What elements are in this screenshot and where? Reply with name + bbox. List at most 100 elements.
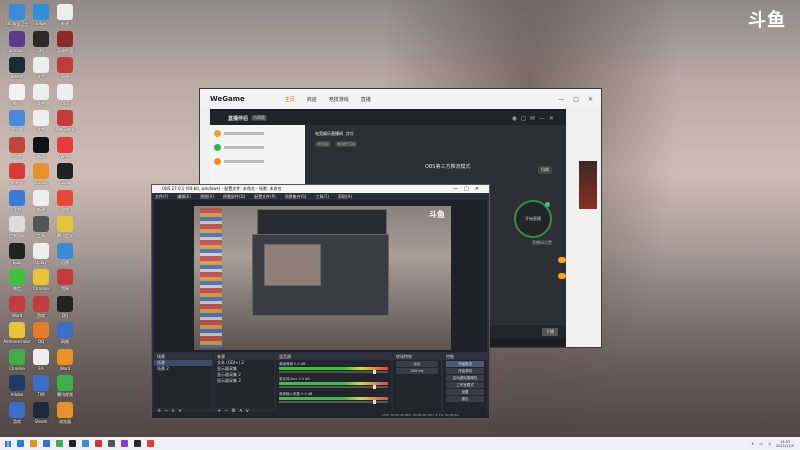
end-live-button[interactable]: 下播 xyxy=(542,328,558,336)
obs-docks: 场景 场景 场景 2 +−∧∨ 来源 文本 (GDI+) 2 显示器采集 显示器… xyxy=(154,353,487,415)
transition-type-select[interactable]: 淡出 xyxy=(396,361,438,367)
taskbar-app-icon[interactable] xyxy=(95,440,102,447)
taskbar-app-icon[interactable] xyxy=(147,440,154,447)
wegame-logo: WeGame xyxy=(210,95,245,103)
orange-badge[interactable] xyxy=(558,273,566,279)
nav-home[interactable]: 主页 xyxy=(285,96,295,103)
taskbar-app-icon[interactable] xyxy=(56,440,63,447)
chip[interactable]: 游戏直播 xyxy=(315,141,332,147)
menu-profile[interactable]: 配置文件(P) xyxy=(254,194,276,200)
maximize-icon[interactable]: □ xyxy=(573,96,579,103)
desktop-icon[interactable]: 网易 xyxy=(51,57,79,87)
studio-mode-button[interactable]: 工作室模式 xyxy=(446,382,484,388)
virtual-camera-button[interactable]: 启动虚拟摄像机 xyxy=(446,375,484,381)
app-icon xyxy=(57,136,73,153)
start-streaming-button[interactable]: 开始推流 xyxy=(446,361,484,367)
app-icon xyxy=(9,216,25,232)
volume-icon[interactable]: ◁ xyxy=(768,441,771,446)
desktop-icon[interactable]: QQ xyxy=(51,295,79,326)
minimize-icon[interactable]: — xyxy=(558,96,564,103)
sidebar-item[interactable] xyxy=(214,156,301,167)
mixer-channel[interactable]: 麦克风/Aux 0.0 dB xyxy=(279,377,388,390)
menu-tools[interactable]: 工具(T) xyxy=(315,194,329,200)
nav-store[interactable]: 商店 xyxy=(307,96,317,103)
desktop-icon[interactable]: OBS xyxy=(51,83,79,114)
taskbar-app-icon[interactable] xyxy=(43,440,50,447)
desktop-icon[interactable]: WeGame xyxy=(51,110,79,140)
app-icon xyxy=(33,375,49,391)
exit-button[interactable]: 退出 xyxy=(446,396,484,402)
volume-fader[interactable] xyxy=(279,400,388,404)
desktop-icon[interactable]: 腾讯会议 xyxy=(51,216,79,246)
app-icon xyxy=(33,295,49,312)
desktop-icon[interactable]: Word xyxy=(51,348,79,379)
taskbar: ∧ ▭ ◁ 14:03 2021/12/9 xyxy=(0,437,800,450)
taskbar-app-icon[interactable] xyxy=(69,440,76,447)
obs-window-controls-icon[interactable]: —□✕ xyxy=(453,186,485,192)
obs-title-text: OBS 27.0.1 (64-bit, windows) - 配置文件: 未命名… xyxy=(162,186,282,191)
menu-docks[interactable]: 停靠部件(D) xyxy=(223,194,245,200)
obs-preview-area[interactable]: 斗鱼 xyxy=(154,200,487,352)
channel-name: 麦克风/Aux xyxy=(279,377,298,381)
preview-canvas[interactable]: 斗鱼 xyxy=(194,206,451,350)
menu-help[interactable]: 帮助(H) xyxy=(338,194,352,200)
desktop-icon[interactable]: 迅雷 xyxy=(51,242,79,273)
taskbar-app-icon[interactable] xyxy=(17,440,24,447)
settings-button[interactable]: 设置 xyxy=(446,389,484,395)
desktop-icon[interactable]: 游戏 xyxy=(51,189,79,220)
start-live-button[interactable]: 开始直播 xyxy=(514,200,552,238)
obs-window[interactable]: OBS 27.0.1 (64-bit, windows) - 配置文件: 未命名… xyxy=(151,184,490,419)
game-poster[interactable] xyxy=(579,161,597,209)
preview-douyu-logo: 斗鱼 xyxy=(429,210,445,219)
menu-scene-collection[interactable]: 场景集合(S) xyxy=(285,194,307,200)
desktop-icon[interactable]: 新建 xyxy=(51,4,79,34)
taskbar-app-icon[interactable] xyxy=(134,440,141,447)
nav-competitive[interactable]: 竞技游戏 xyxy=(329,96,349,103)
desktop-icon[interactable]: WPS xyxy=(51,136,79,167)
sidebar-item[interactable] xyxy=(214,128,301,139)
desktop-icon[interactable]: 网络 xyxy=(51,322,79,352)
mixer-channel[interactable]: 音频输入采集 0.0 dB xyxy=(279,392,388,405)
stream-category: 游戏 xyxy=(345,131,354,136)
transition-duration-field[interactable]: 300 ms xyxy=(396,368,438,374)
room-settings-link[interactable]: 直播间设置 xyxy=(532,240,552,246)
start-recording-button[interactable]: 开始录制 xyxy=(446,368,484,374)
volume-fader[interactable] xyxy=(279,385,388,389)
nav-live[interactable]: 直播 xyxy=(361,96,371,103)
app-icon xyxy=(33,136,49,153)
switch-mode-button[interactable]: 切换 xyxy=(538,166,552,174)
orange-badge[interactable] xyxy=(558,257,566,263)
menu-edit[interactable]: 编辑(E) xyxy=(177,194,191,200)
app-icon xyxy=(57,110,73,126)
close-icon[interactable]: ✕ xyxy=(588,96,593,103)
chevron-up-icon[interactable]: ∧ xyxy=(751,441,754,446)
taskbar-app-icon[interactable] xyxy=(108,440,115,447)
source-item[interactable]: 显示器采集 3 xyxy=(214,378,274,384)
transitions-dock: 转场特效 淡出 300 ms xyxy=(393,353,441,415)
app-icon xyxy=(57,322,73,338)
mixer-channel[interactable]: 桌面音频 0.0 dB xyxy=(279,362,388,375)
network-icon[interactable]: ▭ xyxy=(759,441,763,446)
taskbar-app-icon[interactable] xyxy=(30,440,37,447)
desktop-icon[interactable]: 剑网 xyxy=(51,269,79,299)
avatar xyxy=(214,130,221,137)
app-icon xyxy=(33,242,49,259)
desktop-icon[interactable]: Cocos xyxy=(51,163,79,193)
menu-view[interactable]: 视图(V) xyxy=(200,194,214,200)
menu-file[interactable]: 文件(F) xyxy=(155,194,168,200)
desktop-icon[interactable]: 英雄联盟 xyxy=(51,30,79,61)
chip[interactable]: 电竞娱乐直播 xyxy=(335,141,358,147)
sidebar-item[interactable] xyxy=(214,142,301,153)
stream-info: 电竞娱乐直播间 游戏 xyxy=(315,131,354,137)
scene-item[interactable]: 场景 2 xyxy=(154,366,212,372)
obs-statusbar: LIVE: 00:00:00 REC: 00:00:00 CPU: 4.7%, … xyxy=(152,412,489,418)
volume-meter xyxy=(279,397,388,400)
live-companion-titlebar: 直播伴侣 内测版 ◉◻✉—✕ xyxy=(210,111,566,125)
desktop-icon[interactable]: 浏览器 xyxy=(51,401,79,432)
clock[interactable]: 14:03 2021/12/9 xyxy=(776,440,794,448)
window-controls-icon[interactable]: ◉◻✉—✕ xyxy=(512,115,558,122)
desktop-icon[interactable]: 腾讯视频 xyxy=(51,375,79,405)
taskbar-app-icon[interactable] xyxy=(82,440,89,447)
taskbar-app-icon[interactable] xyxy=(121,440,128,447)
volume-fader[interactable] xyxy=(279,370,388,374)
